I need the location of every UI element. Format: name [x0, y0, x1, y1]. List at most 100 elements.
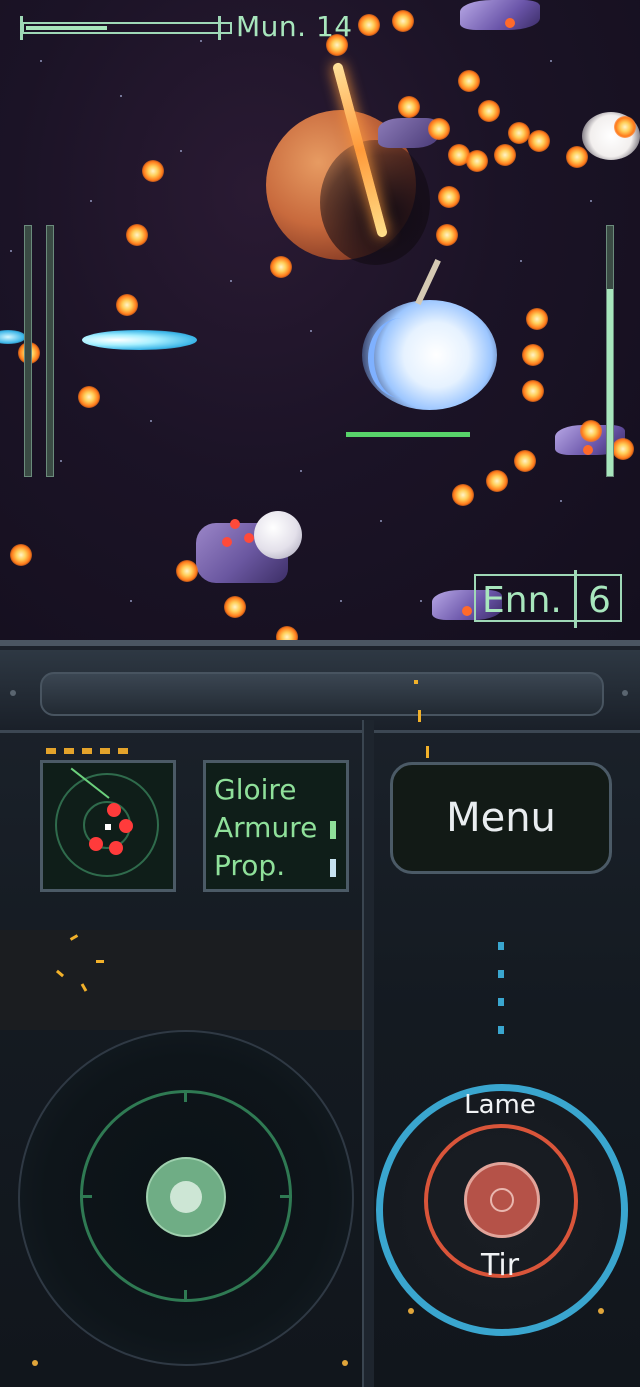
player-light: [244, 533, 254, 543]
star: [40, 60, 42, 62]
enemy-core: [583, 445, 593, 455]
enemy-bullet: [522, 344, 544, 366]
propulsion-level: [330, 859, 336, 877]
player-light: [230, 519, 240, 529]
enemy-bullet: [224, 596, 246, 618]
enemy-bullet: [116, 294, 138, 316]
enemy-bullet: [276, 626, 298, 640]
enemy-bullet: [10, 544, 32, 566]
joystick-tick: [184, 1290, 187, 1302]
ammo-bracket: [218, 16, 221, 40]
radar-blip: [89, 837, 103, 851]
console-top-beam-inset: [40, 672, 604, 716]
star: [10, 250, 12, 252]
enemy-bullet: [526, 308, 548, 330]
ammo-bracket: [20, 16, 23, 40]
game-viewport: Mun. 14 Enn. 6: [0, 0, 640, 640]
player-light: [222, 537, 232, 547]
enemy-ship: [460, 0, 540, 50]
spark: [426, 746, 429, 758]
enemy-bullet: [508, 122, 530, 144]
fire-button-center: [490, 1188, 514, 1212]
star: [130, 600, 132, 602]
star: [300, 470, 302, 472]
enemy-bullet: [514, 450, 536, 472]
player-dome: [254, 511, 302, 559]
enemy-bullet: [486, 470, 508, 492]
star: [120, 95, 122, 97]
star: [420, 600, 422, 602]
indicator-led: [64, 748, 74, 754]
star: [550, 60, 552, 62]
enemy-bullet: [270, 256, 292, 278]
enemy-bullet: [358, 14, 380, 36]
enemy-bullet: [142, 160, 164, 182]
star: [310, 330, 312, 332]
star: [560, 500, 562, 502]
enemy-bullet: [458, 70, 480, 92]
console-divider: [362, 720, 374, 1387]
fire-label: Tir: [480, 1248, 520, 1283]
right-gauge: [606, 225, 614, 477]
star: [60, 460, 62, 462]
star: [230, 280, 232, 282]
indicator-led: [46, 748, 56, 754]
enemy-bullet: [436, 224, 458, 246]
joystick-tick: [184, 1090, 187, 1102]
radar-blip: [119, 819, 133, 833]
star: [180, 150, 182, 152]
enemy-bullet: [580, 420, 602, 442]
console-rim: [0, 640, 640, 646]
status-armor: Armure: [214, 811, 318, 844]
bolt: [622, 690, 628, 696]
enemy-counter-separator: [574, 570, 577, 628]
enemy-counter-label: Enn.: [482, 580, 562, 621]
player-plasma-shot: [0, 330, 26, 344]
bolt: [10, 690, 16, 696]
spark: [414, 680, 418, 684]
player-ship: [196, 505, 302, 595]
enemy-bullet: [392, 10, 414, 32]
enemy-bullet: [478, 100, 500, 122]
panel-light: [498, 1026, 504, 1034]
panel-light: [342, 1360, 348, 1366]
blade-label: Lame: [464, 1090, 536, 1120]
spark: [418, 710, 421, 722]
player-plasma-shot: [82, 330, 197, 350]
boss-health-bar: [346, 432, 470, 437]
panel-light: [32, 1360, 38, 1366]
enemy-core: [505, 18, 515, 28]
enemy-hull: [460, 0, 540, 30]
spark: [96, 960, 104, 963]
enemy-bullet: [78, 386, 100, 408]
enemy-bullet: [398, 96, 420, 118]
enemy-bullet: [528, 130, 550, 152]
status-panel: Gloire Armure Prop.: [203, 760, 349, 892]
blade-icon: [415, 258, 441, 306]
star: [340, 600, 342, 602]
ammo-label: Mun. 14: [236, 10, 353, 43]
enemy-bullet: [428, 118, 450, 140]
ammo-bar-track: [22, 22, 232, 34]
ammo-meter: [12, 12, 232, 44]
star: [520, 260, 522, 262]
console-plate: [0, 930, 362, 1030]
panel-light: [408, 1308, 414, 1314]
joystick-tick: [280, 1195, 292, 1198]
star: [90, 200, 92, 202]
indicator-led: [100, 748, 110, 754]
enemy-bullet: [452, 484, 474, 506]
panel-light: [598, 1308, 604, 1314]
radar-center: [105, 824, 111, 830]
radar-icon: [40, 760, 176, 892]
armor-level: [330, 821, 336, 839]
enemy-bullet: [614, 116, 636, 138]
status-glory: Gloire: [214, 773, 297, 806]
enemy-bullet: [494, 144, 516, 166]
star: [380, 520, 382, 522]
menu-button[interactable]: Menu: [390, 762, 612, 874]
star: [590, 200, 592, 202]
enemy-bullet: [126, 224, 148, 246]
radar-blip: [109, 841, 123, 855]
enemy-counter-value: 6: [588, 580, 611, 621]
